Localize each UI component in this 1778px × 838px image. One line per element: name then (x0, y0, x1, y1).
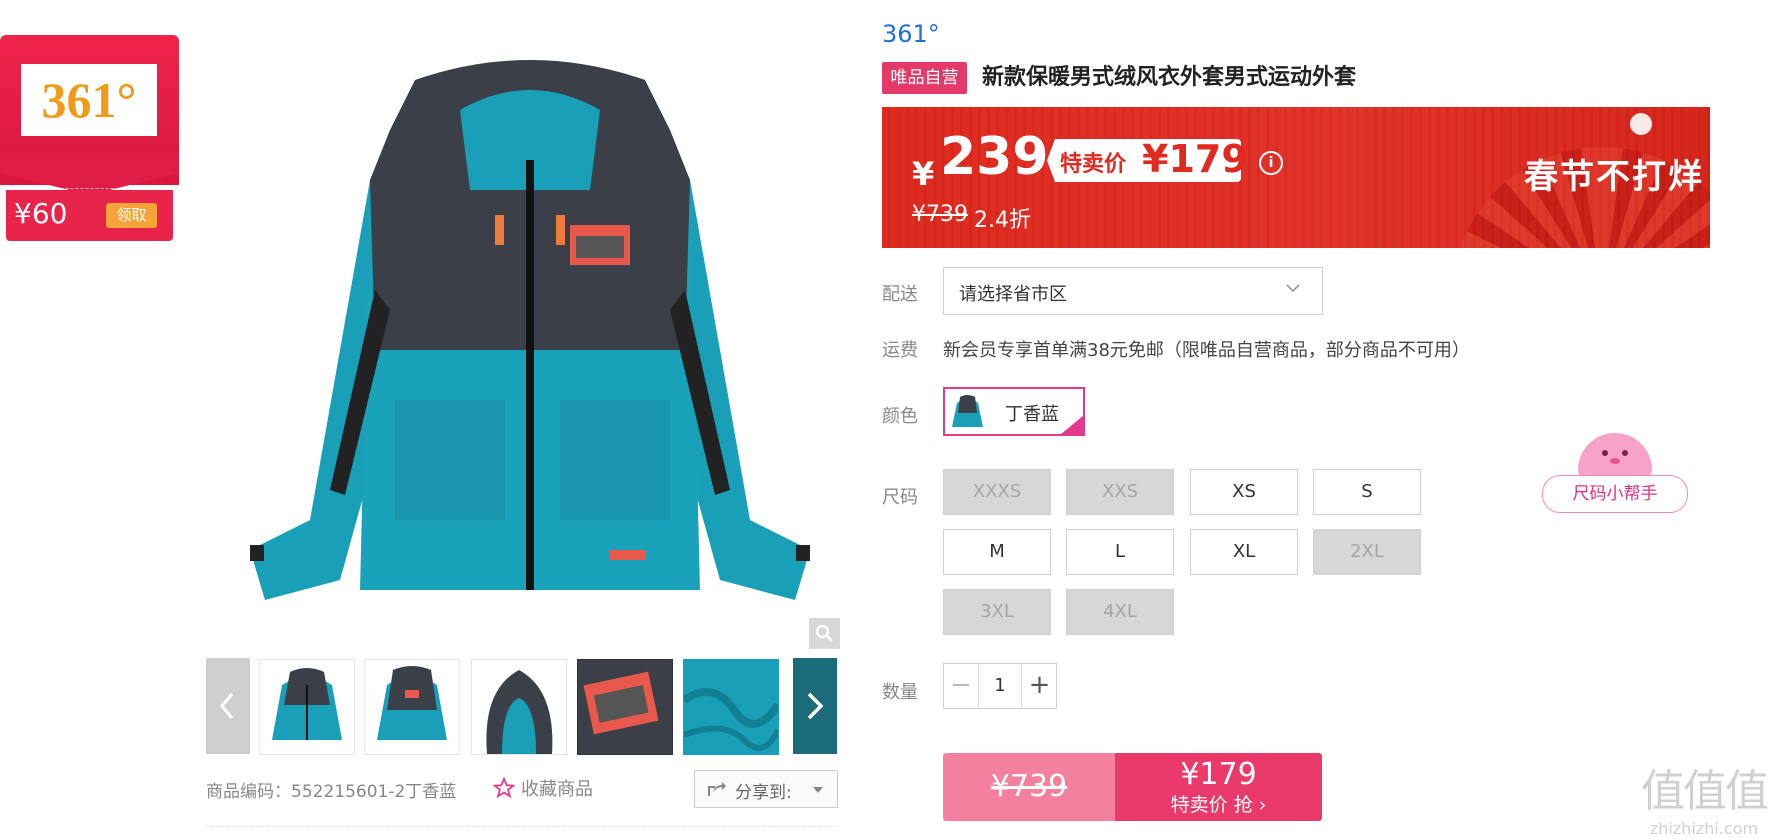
site-watermark: 值值值 zhizhizhi.com (1634, 755, 1774, 838)
size-option-xl[interactable]: XL (1190, 529, 1298, 575)
product-code: 商品编码：552215601-2丁香蓝 (206, 782, 457, 802)
discount-rate: 2.4折 (974, 208, 1031, 233)
color-swatch-image (952, 395, 983, 427)
caret-down-icon (813, 787, 823, 793)
size-option-xs[interactable]: XS (1190, 469, 1298, 515)
delivery-label: 配送 (882, 284, 918, 305)
product-title: 新款保暖男式绒风衣外套男式运动外套 (982, 65, 1357, 90)
star-icon (492, 776, 516, 799)
size-option-xxs[interactable]: XXS (1066, 469, 1174, 515)
selected-check-icon (1060, 415, 1084, 435)
size-option-2xl[interactable]: 2XL (1313, 529, 1421, 575)
thumbnail-fabric-image (684, 660, 778, 754)
share-label: 分享到: (735, 783, 792, 803)
shipping-label: 运费 (882, 340, 918, 361)
chevron-right-icon (807, 692, 824, 720)
thumbnail-chest-patch-image (578, 660, 672, 754)
size-option-m[interactable]: M (943, 529, 1051, 575)
region-select[interactable]: 请选择省市区 (943, 267, 1323, 315)
festival-slogan: 春节不打烊 (1524, 157, 1704, 197)
thumbnail-1[interactable] (259, 659, 355, 755)
magnifier-icon (815, 624, 833, 642)
zoom-button[interactable] (809, 618, 840, 649)
size-option-s[interactable]: S (1313, 469, 1421, 515)
buy-now-price: ¥179 (1180, 757, 1257, 792)
size-helper-label: 尺码小帮手 (1542, 475, 1688, 513)
buy-now-label: 特卖价 抢 › (1170, 794, 1267, 816)
jacket-illustration (250, 60, 810, 600)
brand-link[interactable]: 361° (882, 20, 940, 48)
mascot-icon (1578, 433, 1652, 479)
size-label: 尺码 (882, 487, 918, 508)
thumbnail-4[interactable] (577, 659, 673, 755)
original-price-button[interactable]: ¥739 (943, 753, 1115, 821)
thumbnail-2[interactable] (364, 659, 460, 755)
thumbnail-next-button[interactable] (793, 658, 837, 754)
shipping-info: 新会员专享首单满38元免邮（限唯品自营商品，部分商品不可用） (943, 340, 1470, 361)
size-option-4xl[interactable]: 4XL (1066, 589, 1174, 635)
size-option-l[interactable]: L (1066, 529, 1174, 575)
brand-logo: 361° (21, 64, 157, 136)
quantity-stepper[interactable]: − 1 + (943, 663, 1057, 709)
favorite-label: 收藏商品 (521, 779, 593, 800)
chevron-down-icon (1286, 284, 1300, 293)
brand-logo-text: 361° (41, 72, 137, 128)
share-icon (708, 782, 726, 796)
coupon-divider (10, 188, 169, 189)
price-currency: ¥ (912, 155, 935, 193)
share-dropdown[interactable]: 分享到: (694, 770, 838, 808)
coin-decoration (1630, 113, 1652, 135)
size-helper-button[interactable]: 尺码小帮手 (1540, 433, 1690, 515)
quantity-label: 数量 (882, 682, 918, 703)
coupon-claim-button[interactable]: 领取 (106, 203, 157, 228)
thumbnail-prev-button[interactable] (206, 658, 250, 754)
current-price: 239 (940, 127, 1049, 187)
watermark-logo: 值值值 (1641, 766, 1769, 817)
thumbnail-5[interactable] (683, 659, 779, 755)
size-option-xxxs[interactable]: XXXS (943, 469, 1051, 515)
coupon-amount: ¥60 (14, 197, 68, 230)
chevron-left-icon (220, 693, 234, 719)
sale-price-value: ¥179 (1142, 137, 1248, 181)
info-icon[interactable]: i (1259, 151, 1283, 175)
buy-now-button[interactable]: ¥179 特卖价 抢 › (1115, 753, 1322, 821)
thumbnail-jacket-front-image (272, 668, 342, 740)
thumbnail-3[interactable] (471, 659, 567, 755)
coupon-flap (0, 155, 179, 195)
favorite-button[interactable]: 收藏商品 (492, 775, 593, 801)
color-option-selected[interactable]: 丁香蓝 (943, 387, 1085, 436)
color-label: 颜色 (882, 406, 918, 427)
region-select-placeholder: 请选择省市区 (959, 284, 1067, 305)
quantity-value[interactable]: 1 (979, 664, 1021, 708)
watermark-domain: zhizhizhi.com (1649, 819, 1759, 838)
divider (206, 826, 836, 827)
coupon-badge[interactable]: 361° ¥60 领取 (0, 35, 179, 241)
size-option-3xl[interactable]: 3XL (943, 589, 1051, 635)
self-operated-badge: 唯品自营 (882, 62, 967, 94)
color-option-label: 丁香蓝 (1005, 404, 1059, 425)
sale-price-label: 特卖价 (1060, 152, 1127, 177)
original-price: ¥739 (912, 202, 968, 227)
thumbnail-jacket-back-image (377, 666, 447, 740)
quantity-decrease-button[interactable]: − (944, 664, 979, 708)
price-banner: ¥ 239 特卖价 ¥179 i ¥739 2.4折 春节不打烊 (882, 107, 1710, 248)
thumbnail-hood-image (486, 670, 553, 754)
mascot-face (1602, 450, 1628, 464)
quantity-increase-button[interactable]: + (1021, 664, 1057, 708)
main-product-image[interactable] (230, 50, 830, 610)
